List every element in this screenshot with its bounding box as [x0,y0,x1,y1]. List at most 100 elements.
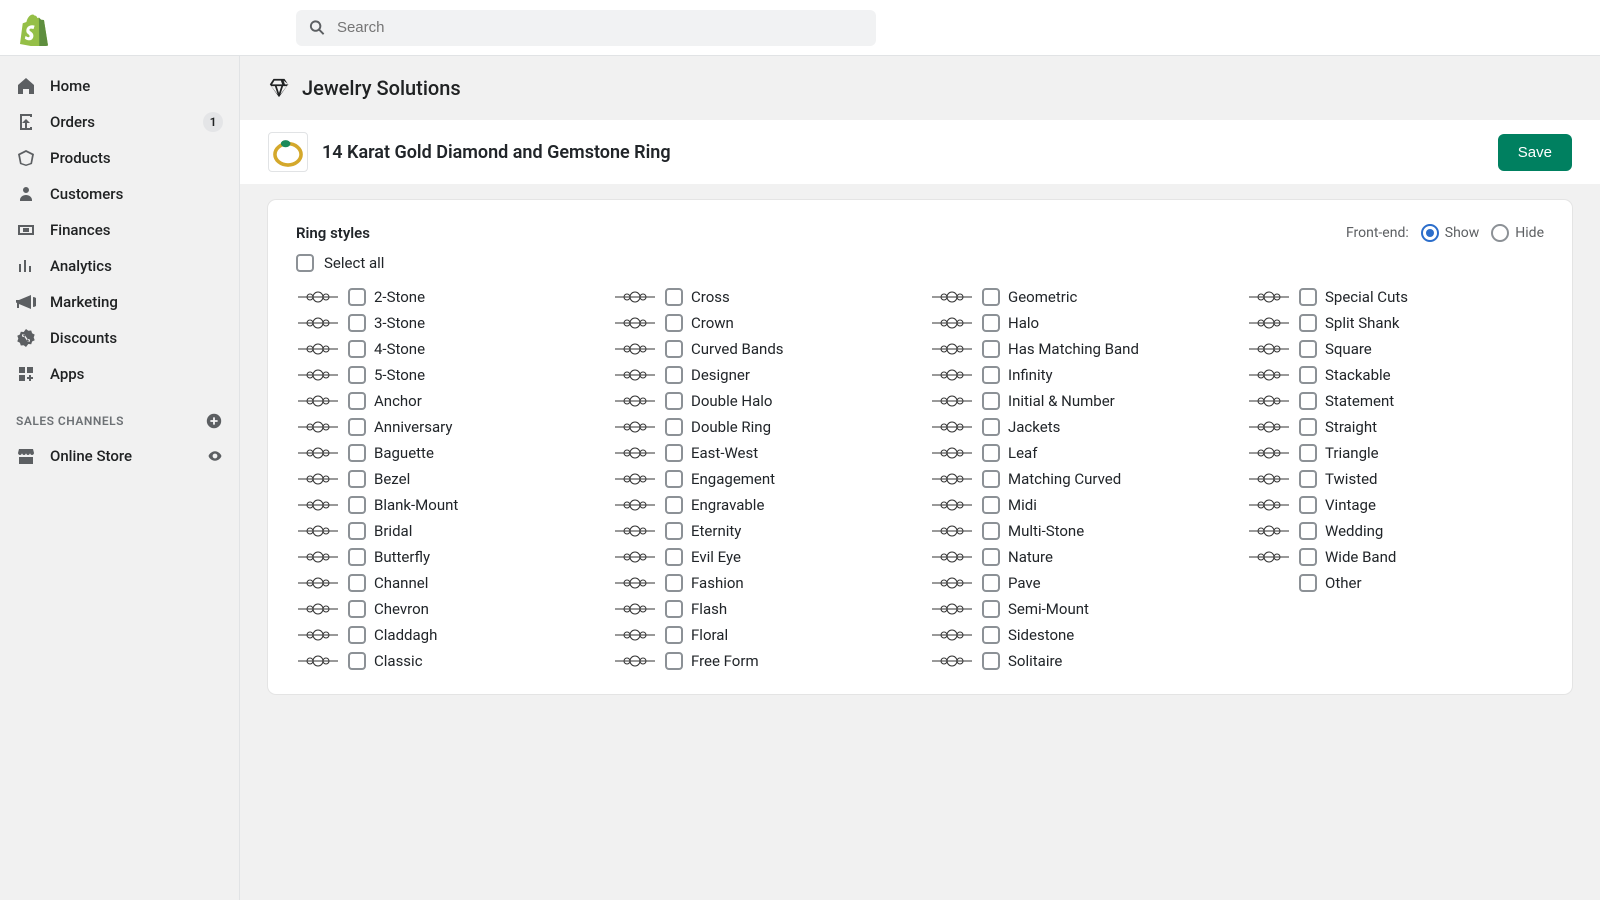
style-item: Leaf [930,444,1227,462]
sidebar-item-apps[interactable]: Apps [0,356,239,392]
style-checkbox[interactable] [665,626,683,644]
style-checkbox[interactable] [982,496,1000,514]
style-checkbox[interactable] [665,548,683,566]
style-label: Butterfly [374,548,430,566]
style-checkbox[interactable] [348,340,366,358]
style-checkbox[interactable] [665,496,683,514]
style-checkbox[interactable] [982,366,1000,384]
style-checkbox[interactable] [665,470,683,488]
style-checkbox[interactable] [1299,366,1317,384]
sidebar-item-finances[interactable]: Finances [0,212,239,248]
sidebar-item-customers[interactable]: Customers [0,176,239,212]
style-item: 2-Stone [296,288,593,306]
style-checkbox[interactable] [982,522,1000,540]
sidebar-item-analytics[interactable]: Analytics [0,248,239,284]
nav-badge: 1 [203,112,223,132]
style-label: Evil Eye [691,548,741,566]
style-label: Vintage [1325,496,1376,514]
style-item: Twisted [1247,470,1544,488]
style-checkbox[interactable] [982,288,1000,306]
style-checkbox[interactable] [348,392,366,410]
style-item: Midi [930,496,1227,514]
search-box[interactable] [296,10,876,46]
style-checkbox[interactable] [348,418,366,436]
style-checkbox[interactable] [665,340,683,358]
style-checkbox[interactable] [348,600,366,618]
style-checkbox[interactable] [665,444,683,462]
style-checkbox[interactable] [348,470,366,488]
style-checkbox[interactable] [665,366,683,384]
style-label: Sidestone [1008,626,1074,644]
style-label: Crown [691,314,734,332]
style-item: Butterfly [296,548,593,566]
style-checkbox[interactable] [982,548,1000,566]
sidebar-item-marketing[interactable]: Marketing [0,284,239,320]
style-checkbox[interactable] [665,522,683,540]
save-button[interactable]: Save [1498,134,1572,171]
eye-icon[interactable] [207,448,223,464]
style-checkbox[interactable] [1299,496,1317,514]
style-checkbox[interactable] [1299,418,1317,436]
style-checkbox[interactable] [1299,574,1317,592]
style-checkbox[interactable] [348,652,366,670]
product-bar: 14 Karat Gold Diamond and Gemstone Ring … [240,120,1600,184]
front-end-show-radio[interactable]: Show [1421,224,1480,242]
style-item: Square [1247,340,1544,358]
style-label: Double Ring [691,418,771,436]
style-item: Vintage [1247,496,1544,514]
style-checkbox[interactable] [1299,470,1317,488]
ring-style-icon [1247,366,1291,384]
style-checkbox[interactable] [348,522,366,540]
style-checkbox[interactable] [1299,288,1317,306]
style-checkbox[interactable] [665,418,683,436]
style-checkbox[interactable] [348,574,366,592]
style-item: Other [1247,574,1544,592]
style-checkbox[interactable] [348,626,366,644]
sidebar-item-products[interactable]: Products [0,140,239,176]
style-checkbox[interactable] [348,314,366,332]
style-checkbox[interactable] [665,600,683,618]
style-checkbox[interactable] [1299,340,1317,358]
style-checkbox[interactable] [348,496,366,514]
style-checkbox[interactable] [1299,444,1317,462]
style-checkbox[interactable] [1299,392,1317,410]
search-input[interactable] [337,19,864,36]
style-label: Matching Curved [1008,470,1121,488]
style-checkbox[interactable] [1299,548,1317,566]
style-label: 4-Stone [374,340,425,358]
ring-style-icon [296,574,340,592]
app-header: Jewelry Solutions [240,56,1600,120]
sidebar-item-orders[interactable]: Orders1 [0,104,239,140]
style-checkbox[interactable] [348,444,366,462]
style-checkbox[interactable] [982,626,1000,644]
style-checkbox[interactable] [982,444,1000,462]
style-item: Engagement [613,470,910,488]
style-checkbox[interactable] [665,288,683,306]
style-checkbox[interactable] [982,600,1000,618]
select-all-checkbox[interactable] [296,254,314,272]
style-checkbox[interactable] [982,340,1000,358]
style-checkbox[interactable] [665,392,683,410]
style-checkbox[interactable] [982,314,1000,332]
style-checkbox[interactable] [982,574,1000,592]
sidebar-item-discounts[interactable]: Discounts [0,320,239,356]
style-checkbox[interactable] [665,652,683,670]
style-checkbox[interactable] [1299,522,1317,540]
style-checkbox[interactable] [982,470,1000,488]
front-end-hide-radio[interactable]: Hide [1491,224,1544,242]
style-item: Matching Curved [930,470,1227,488]
style-checkbox[interactable] [1299,314,1317,332]
sidebar-channel-store[interactable]: Online Store [0,438,239,474]
style-checkbox[interactable] [982,652,1000,670]
style-checkbox[interactable] [665,314,683,332]
style-label: Initial & Number [1008,392,1115,410]
style-checkbox[interactable] [348,548,366,566]
style-item: Special Cuts [1247,288,1544,306]
style-checkbox[interactable] [348,366,366,384]
style-checkbox[interactable] [665,574,683,592]
sidebar-item-home[interactable]: Home [0,68,239,104]
style-checkbox[interactable] [982,418,1000,436]
plus-circle-icon[interactable] [205,412,223,430]
style-checkbox[interactable] [982,392,1000,410]
style-checkbox[interactable] [348,288,366,306]
